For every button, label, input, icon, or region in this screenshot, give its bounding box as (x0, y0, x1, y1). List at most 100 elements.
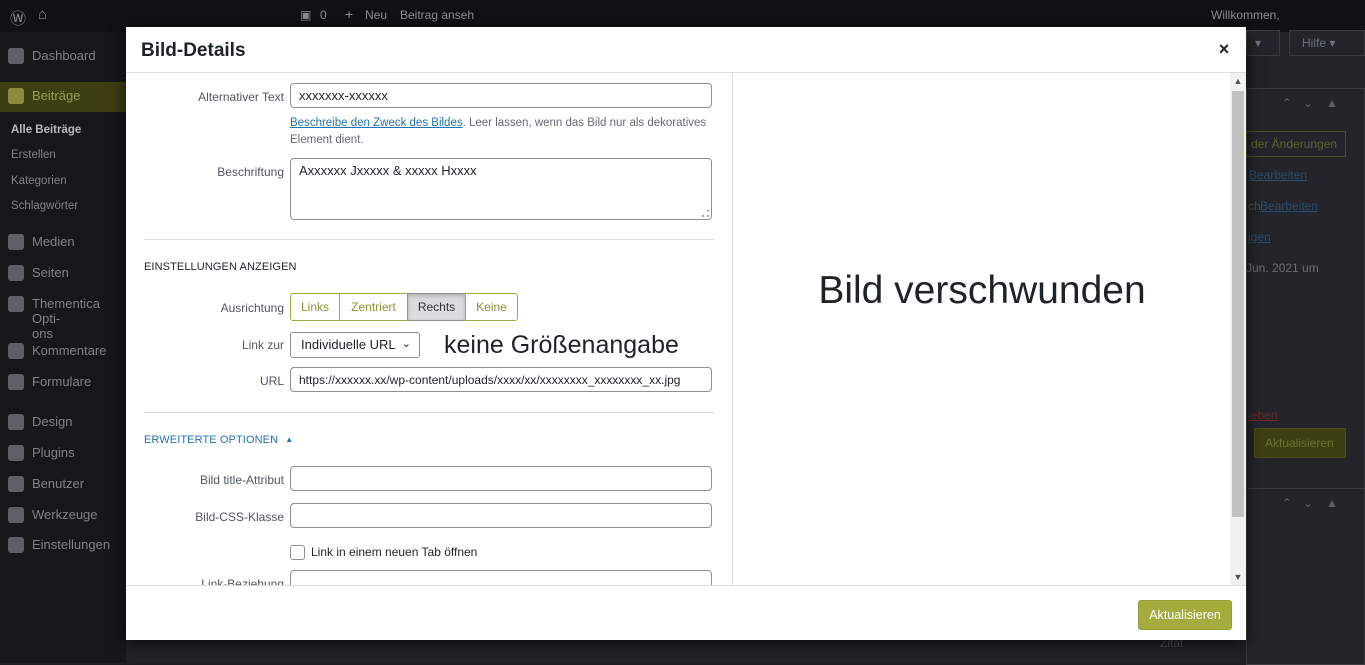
modal-title: Bild-Details (141, 40, 246, 61)
edit-visibility-link[interactable]: Bearbeiten (1260, 199, 1318, 213)
link-rel-input[interactable] (290, 570, 712, 585)
sidebar-item-pages[interactable]: Seiten (0, 259, 126, 287)
submenu-categories[interactable]: Kategorien (11, 175, 67, 187)
align-center-button[interactable]: Zentriert (339, 293, 408, 321)
size-note: keine Größenangabe (444, 331, 679, 359)
sidebar-item-settings[interactable]: Einstellungen (0, 531, 126, 559)
plus-icon[interactable]: + (345, 6, 353, 22)
help-tab[interactable]: Hilfe ▾ (1289, 30, 1365, 56)
scroll-down-icon[interactable]: ▼ (1230, 569, 1246, 585)
caret-up-icon: ▲ (285, 435, 294, 444)
image-missing-text: Bild verschwunden (818, 269, 1146, 312)
update-button[interactable]: Aktualisieren (1138, 600, 1232, 630)
update-post-button[interactable]: Aktualisieren (1254, 428, 1346, 458)
new-tab-checkbox[interactable] (290, 545, 305, 560)
css-class-input[interactable] (290, 503, 712, 528)
welcome-text[interactable]: Willkommen, (1211, 8, 1280, 22)
url-label: URL (259, 374, 284, 388)
submenu-create[interactable]: Erstellen (11, 149, 56, 161)
trash-link[interactable]: ieben (1248, 408, 1277, 422)
sidebar-item-dashboard[interactable]: Dashboard (0, 42, 126, 70)
mail-icon (8, 374, 24, 390)
sidebar-item-posts[interactable]: Beiträge (0, 82, 126, 112)
title-attribute-input[interactable] (290, 466, 712, 491)
new-button[interactable]: Neu (365, 8, 387, 22)
publish-date-text: Jun. 2021 um (1246, 261, 1319, 275)
submenu-tags[interactable]: Schlagwörter (11, 200, 78, 212)
sidebar-item-design[interactable]: Design (0, 408, 126, 436)
sidebar-item-forms[interactable]: Formulare (0, 368, 126, 396)
scroll-up-icon[interactable]: ▲ (1230, 73, 1246, 89)
pages-icon (8, 265, 24, 281)
sidebar-item-media[interactable]: Medien (0, 228, 126, 256)
toggle-arrow-icon[interactable]: ▲ (1326, 96, 1338, 110)
help-tab-label: Hilfe ▾ (1302, 36, 1336, 50)
chevron-up-icon[interactable]: ⌃ (1282, 496, 1292, 510)
css-class-label: Bild-CSS-Klasse (195, 510, 284, 524)
settings-icon (8, 537, 24, 553)
wrench-icon (8, 507, 24, 523)
sidebar-item-label: Dashboard (32, 48, 96, 63)
sidebar-item-tools[interactable]: Werkzeuge (0, 501, 126, 529)
wordpress-logo-icon[interactable]: Ⓦ (10, 5, 26, 29)
alt-text-input[interactable]: xxxxxxx-xxxxxx (290, 83, 712, 108)
chevron-up-icon[interactable]: ⌃ (1282, 96, 1292, 110)
modal-header: Bild-Details × (126, 27, 1246, 73)
new-tab-label[interactable]: Link in einem neuen Tab öffnen (311, 545, 477, 559)
caption-textarea[interactable]: Axxxxxx Jxxxxx & xxxxx Hxxxx (290, 158, 712, 220)
format-box (1246, 488, 1365, 665)
submenu-all-posts[interactable]: Alle Beiträge (11, 124, 81, 136)
caption-value: Axxxxxx Jxxxxx & xxxxx Hxxxx (299, 163, 477, 178)
home-icon[interactable]: ⌂ (38, 6, 47, 23)
user-icon (8, 476, 24, 492)
sidebar-item-label: Thementica Opti- ons (32, 296, 100, 341)
alignment-label: Ausrichtung (220, 301, 284, 315)
image-details-modal: Bild-Details × Alternativer Text xxxxxxx… (126, 27, 1246, 640)
admin-sidebar: Dashboard Beiträge Alle Beiträge Erstell… (0, 32, 126, 663)
sidebar-item-label: Einstellungen (32, 537, 111, 552)
align-none-button[interactable]: Keine (465, 293, 518, 321)
sidebar-item-label: Design (32, 414, 73, 429)
screen-options-tab[interactable]: ▾ (1246, 30, 1280, 56)
close-icon[interactable]: × (1214, 39, 1234, 59)
link-to-select[interactable]: Individuelle URL ⌄ (290, 332, 420, 358)
visibility-text: ch (1248, 199, 1261, 213)
section-divider (144, 412, 714, 413)
chevron-down-icon: ⌄ (401, 338, 411, 350)
media-icon (8, 234, 24, 250)
sidebar-item-plugins[interactable]: Plugins (0, 439, 126, 467)
align-left-button[interactable]: Links (290, 293, 340, 321)
sidebar-item-users[interactable]: Benutzer (0, 470, 126, 498)
url-input[interactable]: https://xxxxxx.xx/wp-content/uploads/xxx… (290, 367, 712, 392)
alt-text-help-link[interactable]: Beschreibe den Zweck des Bildes (290, 117, 463, 129)
comments-icon (8, 343, 24, 359)
edit-status-link[interactable]: Bearbeiten (1249, 168, 1307, 182)
align-right-button[interactable]: Rechts (407, 293, 466, 321)
comments-icon[interactable]: ▣ (300, 8, 311, 22)
comments-count[interactable]: 0 (320, 8, 327, 22)
sidebar-item-label: Beiträge (32, 88, 81, 103)
preview-changes-button[interactable]: der Änderungen (1246, 131, 1346, 157)
sidebar-item-comments[interactable]: Kommentare (0, 337, 126, 365)
title-attribute-label: Bild title-Attribut (199, 473, 284, 487)
modal-scrollbar[interactable]: ▲ ▼ (1230, 73, 1246, 585)
sidebar-item-label: Medien (32, 234, 75, 249)
sidebar-item-label: Seiten (32, 265, 69, 280)
sidebar-item-label: Formulare (32, 374, 92, 389)
revisions-link[interactable]: igen (1248, 230, 1271, 244)
scroll-thumb[interactable] (1232, 91, 1244, 517)
chevron-down-icon[interactable]: ⌄ (1303, 96, 1313, 110)
view-post-link[interactable]: Beitrag anseh (400, 8, 474, 22)
resize-grip-icon[interactable] (702, 210, 709, 217)
link-to-value: Individuelle URL (301, 337, 396, 352)
pin-icon (8, 88, 24, 104)
toggle-arrow-icon[interactable]: ▲ (1326, 496, 1338, 510)
theme-options-icon (8, 296, 24, 312)
section-divider (144, 239, 714, 240)
sidebar-item-theme-options[interactable]: Thementica Opti- ons (0, 290, 126, 341)
sidebar-item-label: Werkzeuge (32, 507, 98, 522)
alt-text-help: Beschreibe den Zweck des Bildes. Leer la… (290, 115, 720, 149)
chevron-down-icon[interactable]: ⌄ (1303, 496, 1313, 510)
advanced-options-toggle[interactable]: Erweiterte Optionen ▲ (144, 434, 293, 446)
sidebar-item-label: Kommentare (32, 343, 107, 358)
